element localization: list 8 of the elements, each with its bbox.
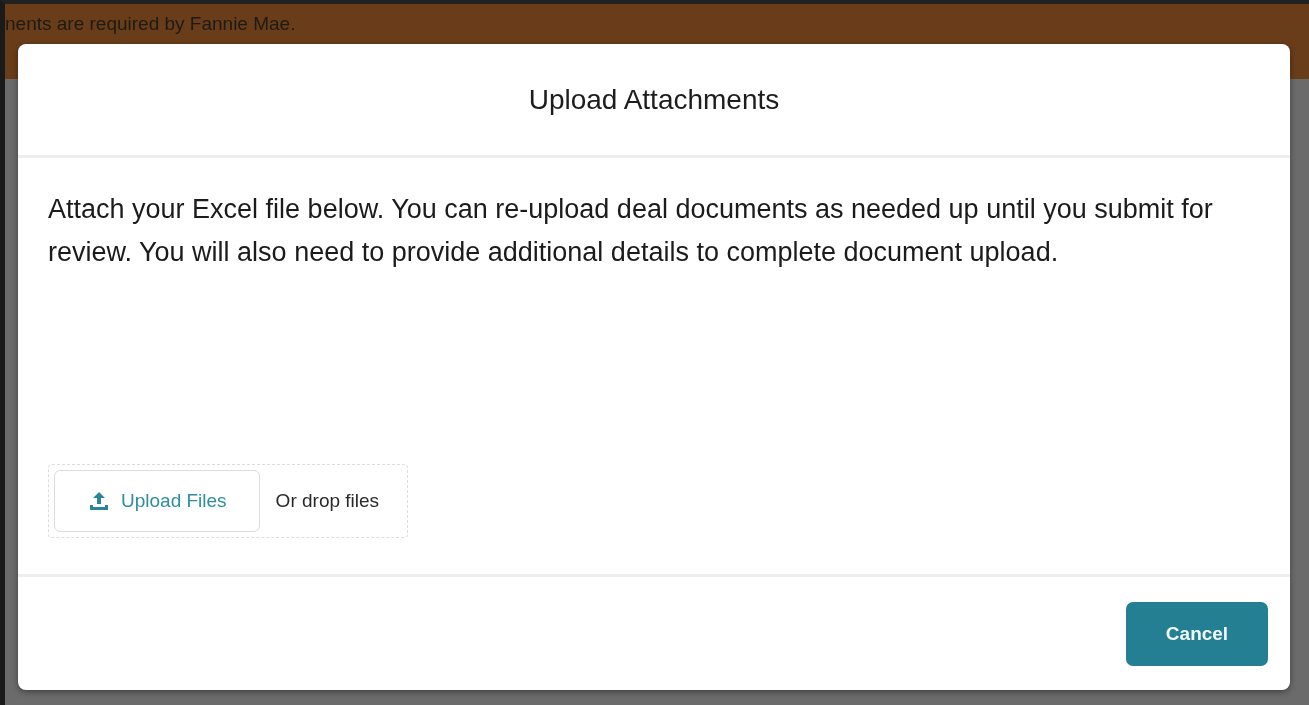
drop-hint: Or drop files: [275, 490, 380, 512]
upload-icon: [87, 489, 111, 513]
instruction-text: Attach your Excel file below. You can re-upload deal documents as needed up until you submit for review. You will also need to provide additional details to complete document upload.: [48, 193, 1214, 269]
banner-text: nents are required by Fannie Mae.: [5, 12, 297, 35]
upload-files-button[interactable]: Upload Files: [54, 470, 260, 532]
drop-zone[interactable]: Upload Files Or drop files: [48, 464, 409, 538]
dialog-title: Upload Attachments: [528, 83, 780, 116]
cancel-button[interactable]: Cancel: [1126, 601, 1268, 666]
